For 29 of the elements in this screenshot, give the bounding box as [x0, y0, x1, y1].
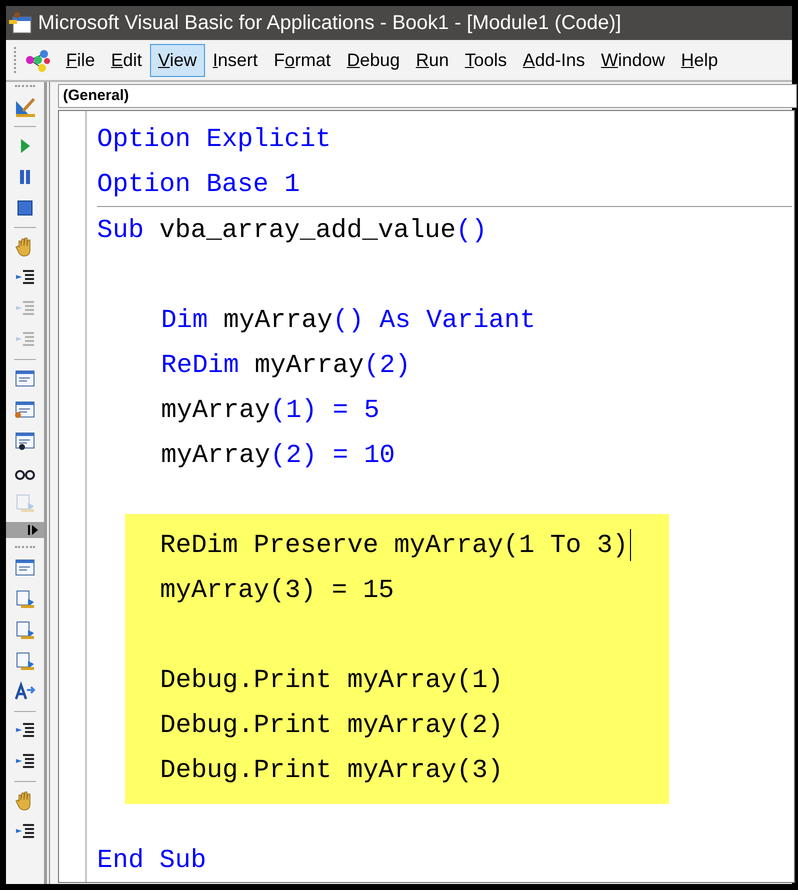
code-line: Option Explicit [97, 124, 332, 154]
menu-item[interactable]: View [150, 44, 205, 76]
app-icon [8, 11, 32, 35]
code-line: ReDim myArray(2) [161, 350, 411, 380]
code-line: Dim myArray() As Variant [161, 304, 536, 334]
code-line: Sub vba_array_add_value() [97, 214, 488, 244]
code-line: Option Base 1 [97, 168, 300, 198]
toolbar-options-icon[interactable] [6, 522, 44, 538]
code-line: Debug.Print myArray(3) [160, 754, 504, 784]
code-line: Debug.Print myArray(2) [160, 710, 504, 740]
menu-item[interactable]: Tools [456, 44, 515, 76]
window-title: Microsoft Visual Basic for Applications - Book1 - [Module1 (Code)] [38, 12, 622, 34]
code-line: End Sub [97, 844, 206, 874]
object-dropdown[interactable]: (General) [58, 84, 797, 108]
menu-item[interactable]: File [58, 44, 104, 76]
code-line: Debug.Print myArray(1) [160, 664, 504, 694]
menu-item[interactable]: Edit [103, 44, 150, 76]
menu-item[interactable]: Window [592, 44, 673, 76]
code-line: ReDim Preserve myArray(1 To 3) [160, 530, 628, 560]
menu-item[interactable]: Add-Ins [514, 44, 593, 76]
menu-item[interactable]: Debug [338, 44, 408, 76]
menu-item[interactable]: Help [673, 44, 726, 76]
design-icon[interactable] [13, 95, 37, 119]
menu-item[interactable]: Format [266, 44, 339, 76]
code-line: myArray(2) = 10 [161, 440, 396, 470]
menu-item[interactable]: Insert [204, 44, 266, 76]
menu-item[interactable]: Run [408, 44, 457, 76]
code-line: myArray(1) = 5 [161, 394, 380, 424]
code-line: myArray(3) = 15 [160, 574, 394, 604]
